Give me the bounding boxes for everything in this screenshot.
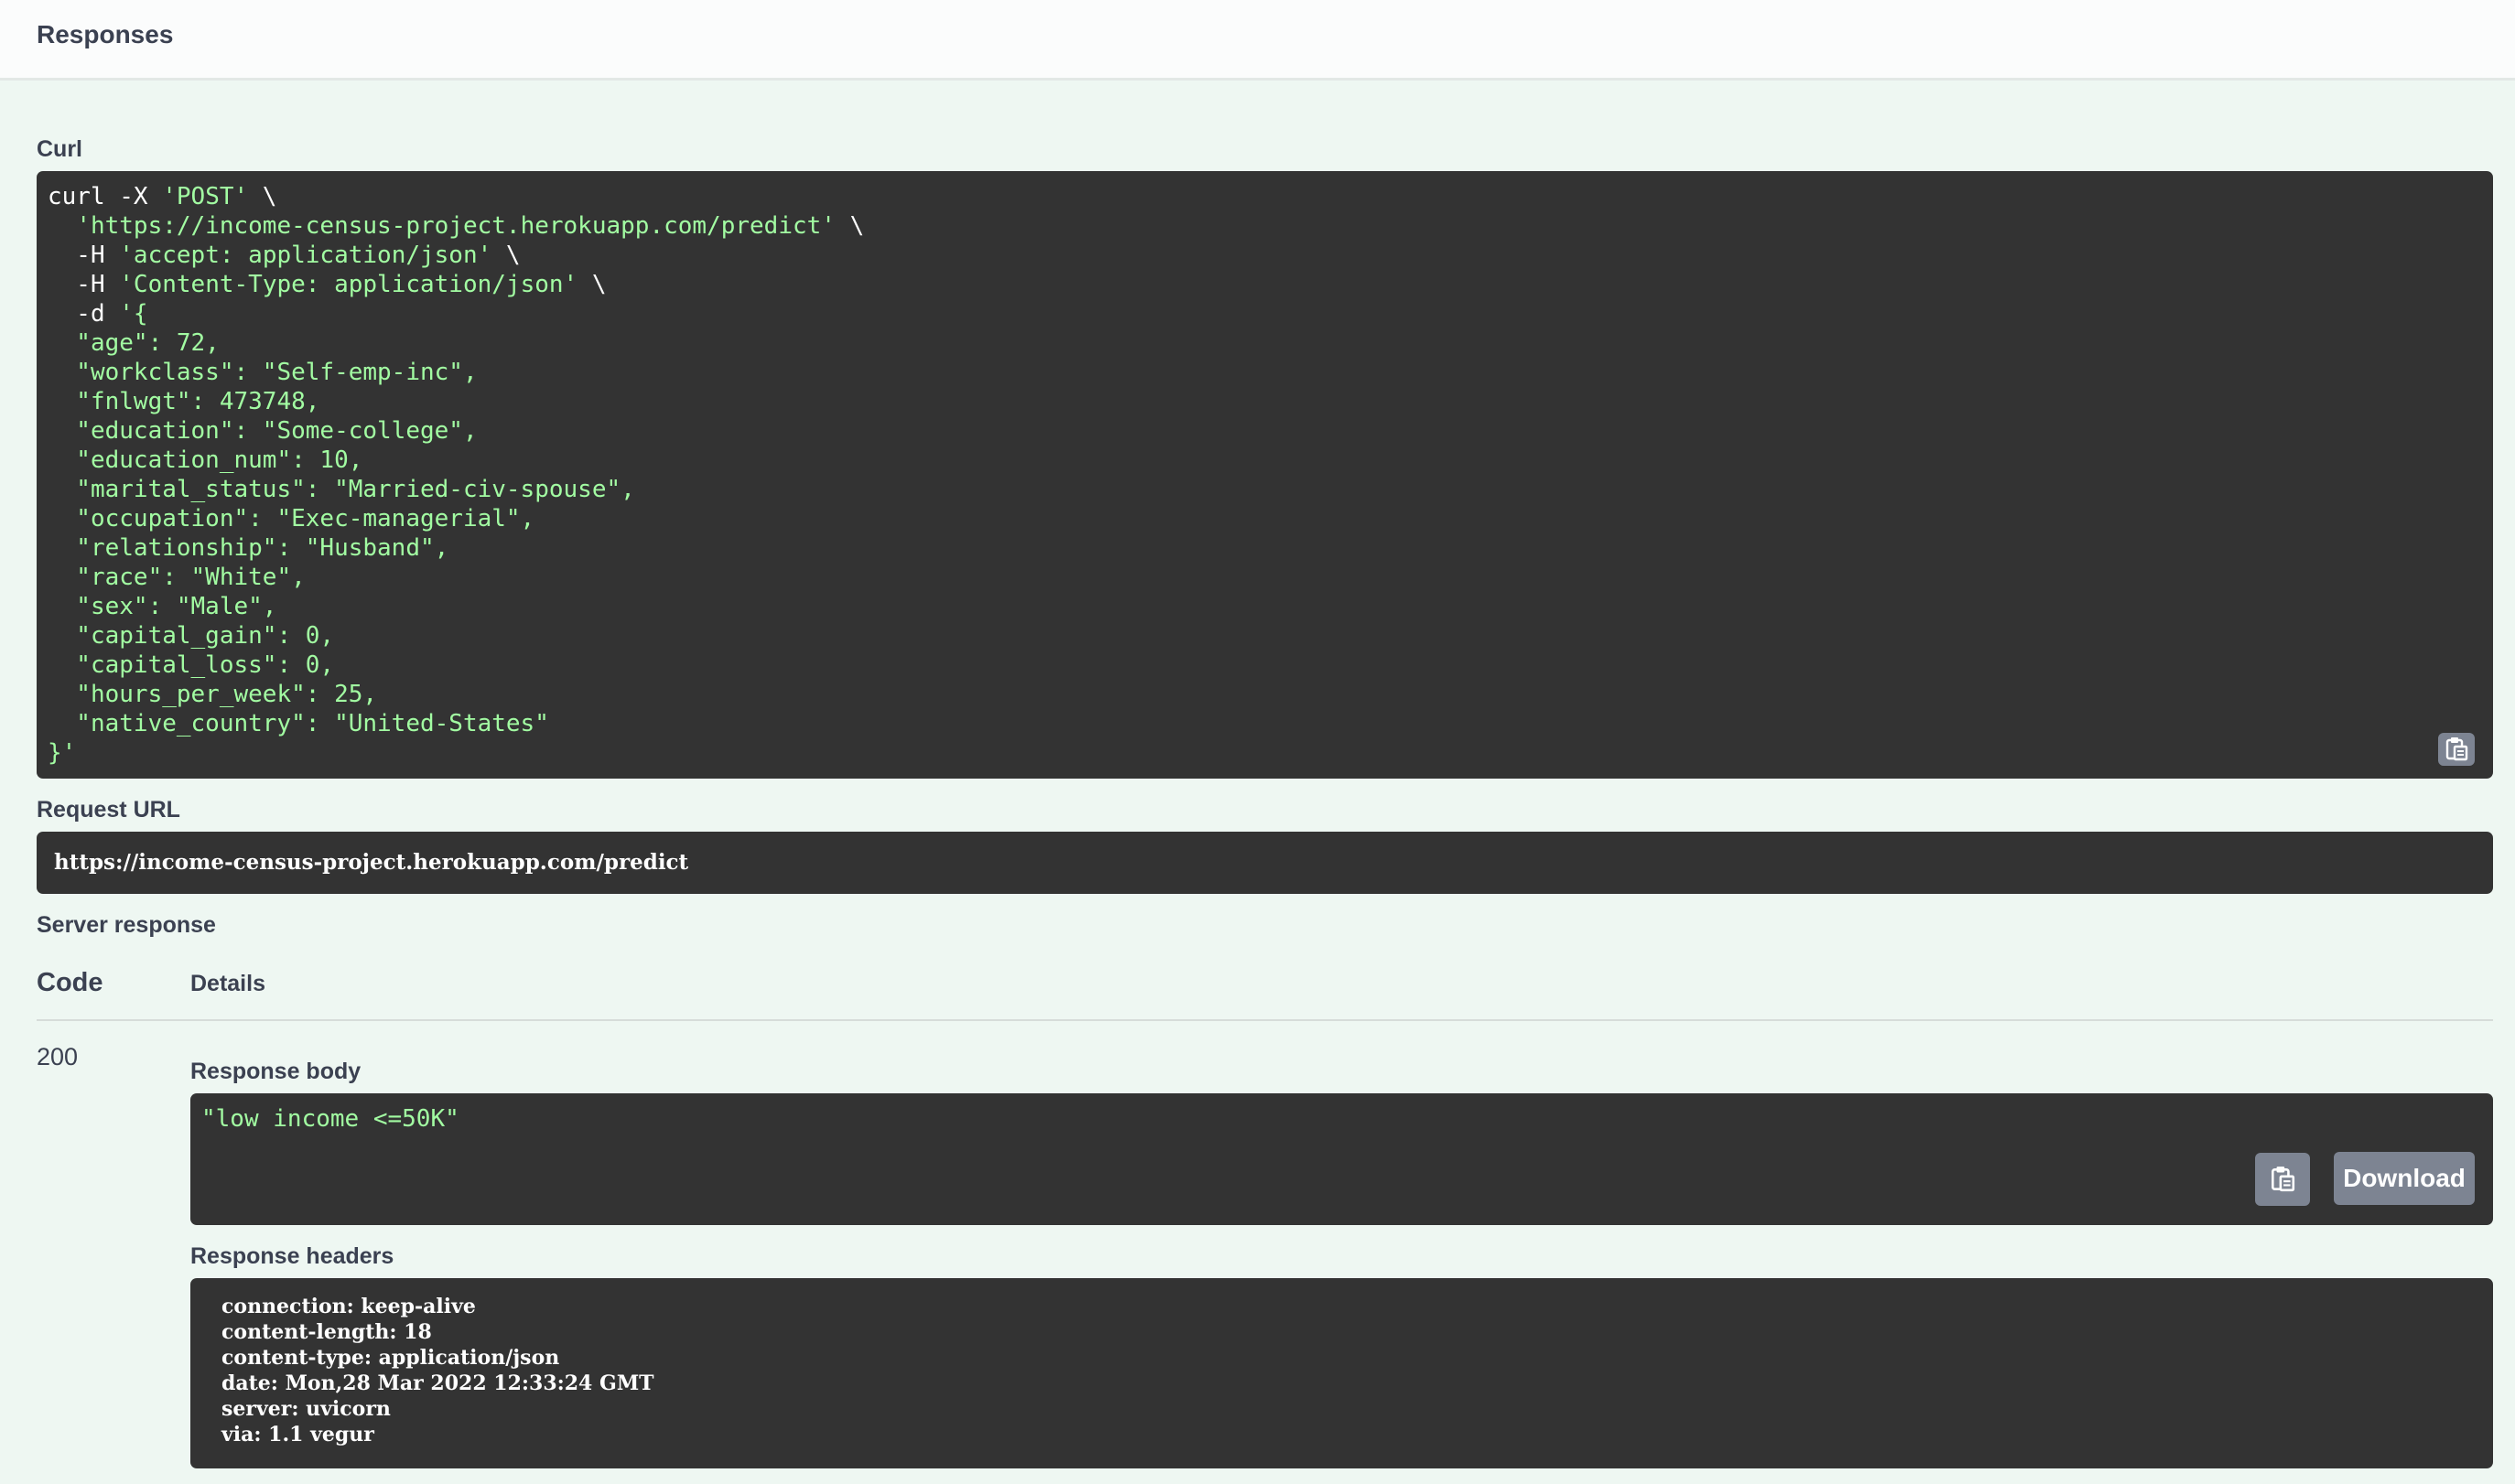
response-header-line: connection: keep-alive — [221, 1295, 476, 1318]
curl-code-line: -d '{ — [48, 299, 864, 328]
curl-token-string: 'accept: application/json' — [119, 242, 492, 269]
response-header-line: content-type: application/json — [221, 1346, 560, 1370]
curl-token-string: "capital_gain": 0, — [48, 622, 335, 650]
curl-token-string: "marital_status": "Married-civ-spouse", — [48, 476, 635, 503]
code-column-header: Code — [37, 968, 103, 997]
responses-title: Responses — [37, 20, 174, 48]
response-headers-list: connection: keep-alive content-length: 18… — [221, 1295, 654, 1448]
curl-token-string: 'https://income-census-project.herokuapp… — [76, 212, 836, 240]
curl-code-line: "race": "White", — [48, 563, 864, 592]
curl-token-plain: -d — [48, 300, 120, 328]
curl-token-string: '{ — [119, 300, 148, 328]
responses-header: Responses — [0, 0, 2515, 81]
curl-code-line: -H 'accept: application/json' \ — [48, 241, 864, 270]
curl-code-line: "age": 72, — [48, 328, 864, 358]
curl-token-plain: -H — [48, 242, 120, 269]
response-body-label: Response body — [190, 1059, 362, 1084]
request-url-label: Request URL — [37, 797, 180, 823]
curl-code-line: "workclass": "Self-emp-inc", — [48, 358, 864, 387]
curl-code-line: "native_country": "United-States" — [48, 709, 864, 738]
curl-token-string: "hours_per_week": 25, — [48, 681, 378, 708]
curl-code-line: "education": "Some-college", — [48, 416, 864, 446]
response-headers-box: connection: keep-alive content-length: 18… — [190, 1278, 2493, 1468]
response-header-line: via: 1.1 vegur — [221, 1423, 374, 1446]
curl-code-line: "marital_status": "Married-civ-spouse", — [48, 475, 864, 504]
curl-token-string: "education": "Some-college", — [48, 417, 478, 445]
curl-code-line: "occupation": "Exec-managerial", — [48, 504, 864, 533]
curl-token-plain: curl -X — [48, 183, 163, 210]
curl-code-line: "relationship": "Husband", — [48, 533, 864, 563]
curl-token-string: "education_num": 10, — [48, 446, 363, 474]
curl-code-line: 'https://income-census-project.herokuapp… — [48, 211, 864, 241]
response-code: 200 — [37, 1043, 79, 1070]
curl-token-tail: \ — [491, 242, 521, 269]
download-button[interactable]: Download — [2334, 1152, 2475, 1205]
curl-token-tail: \ — [835, 212, 865, 240]
curl-code-line: "sex": "Male", — [48, 592, 864, 621]
curl-token-string: "occupation": "Exec-managerial", — [48, 505, 535, 532]
response-body-text: "low income <=50K" — [201, 1105, 459, 1133]
response-header-line: date: Mon,28 Mar 2022 12:33:24 GMT — [221, 1371, 654, 1395]
curl-token-plain: -H — [48, 271, 120, 298]
curl-code-line: "capital_loss": 0, — [48, 651, 864, 680]
curl-code-line: }' — [48, 738, 864, 768]
curl-code-block: curl -X 'POST' \ 'https://income-census-… — [37, 171, 2493, 779]
copy-curl-button[interactable] — [2438, 733, 2475, 766]
clipboard-icon — [2445, 737, 2468, 761]
request-url-box: https://income-census-project.herokuapp.… — [37, 832, 2493, 894]
curl-token-string: "race": "White", — [48, 564, 306, 591]
table-divider — [37, 1019, 2493, 1021]
curl-code: curl -X 'POST' \ 'https://income-census-… — [48, 182, 864, 768]
curl-code-line: -H 'Content-Type: application/json' \ — [48, 270, 864, 299]
curl-token-string: "capital_loss": 0, — [48, 651, 335, 679]
curl-token-string: "relationship": "Husband", — [48, 534, 449, 562]
curl-token-string: "sex": "Male", — [48, 593, 277, 620]
curl-token-string: "age": 72, — [48, 329, 220, 357]
response-body-box: "low income <=50K" Download — [190, 1093, 2493, 1225]
details-column-header: Details — [190, 971, 265, 996]
curl-code-line: "capital_gain": 0, — [48, 621, 864, 651]
clipboard-icon — [2272, 1167, 2295, 1192]
response-header-line: content-length: 18 — [221, 1320, 432, 1344]
curl-token-string: "workclass": "Self-emp-inc", — [48, 359, 478, 386]
curl-token-string: }' — [48, 739, 77, 767]
server-response-label: Server response — [37, 912, 216, 938]
curl-token-string: 'POST' — [162, 183, 249, 210]
copy-response-button[interactable] — [2255, 1153, 2310, 1206]
curl-token-string: "fnlwgt": 473748, — [48, 388, 320, 415]
curl-token-string: "native_country": "United-States" — [48, 710, 549, 737]
curl-code-line: "hours_per_week": 25, — [48, 680, 864, 709]
curl-code-line: "fnlwgt": 473748, — [48, 387, 864, 416]
response-headers-label: Response headers — [190, 1243, 394, 1269]
curl-token-tail: \ — [577, 271, 607, 298]
response-header-line: server: uvicorn — [221, 1397, 391, 1421]
curl-token-plain — [48, 212, 76, 240]
curl-label: Curl — [37, 136, 82, 162]
curl-code-line: curl -X 'POST' \ — [48, 182, 864, 211]
curl-token-string: 'Content-Type: application/json' — [119, 271, 578, 298]
curl-code-line: "education_num": 10, — [48, 446, 864, 475]
curl-token-tail: \ — [248, 183, 277, 210]
request-url-value: https://income-census-project.herokuapp.… — [54, 850, 689, 875]
